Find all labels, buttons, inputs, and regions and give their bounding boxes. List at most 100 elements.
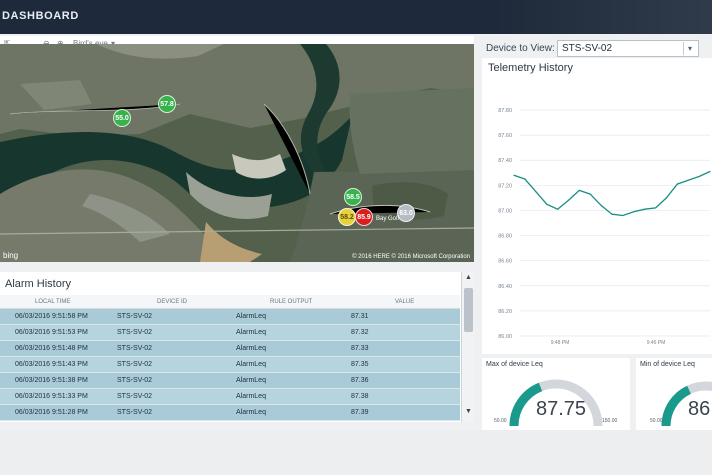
cell-time: 06/03/2016 9:51:48 PM xyxy=(15,345,88,352)
table-row[interactable]: 06/03/2016 9:51:48 PM STS-SV-02 AlarmLeq… xyxy=(0,341,460,357)
data-point xyxy=(709,170,711,173)
y-tick-label: 86.40 xyxy=(498,284,512,290)
data-point xyxy=(524,178,526,180)
y-tick-label: 87.00 xyxy=(498,208,512,214)
data-point xyxy=(546,203,548,205)
top-bar: DASHBOARD xyxy=(0,0,712,34)
x-tick-label: 9:46 PM xyxy=(647,340,666,346)
aerial-map[interactable]: 55.0 57.8 58.5 58.2 85.9 63.0 Bay Golf b… xyxy=(0,44,474,262)
chevron-down-icon[interactable]: ▾ xyxy=(683,42,696,55)
data-point xyxy=(644,208,646,210)
data-point xyxy=(676,183,678,185)
device-label: Device to View: xyxy=(486,43,555,54)
data-point xyxy=(633,211,635,213)
cell-time: 06/03/2016 9:51:58 PM xyxy=(15,313,88,320)
gauge-max-leq: Max of device Leq 87.75 50.00 150.00 xyxy=(482,358,630,430)
cell-device: STS-SV-02 xyxy=(117,345,153,352)
cell-value: 87.31 xyxy=(351,313,369,320)
map-place-label: Bay Golf xyxy=(376,216,400,222)
gauge-value: 87.75 xyxy=(536,398,587,420)
bing-logo: bing xyxy=(3,251,19,260)
page-bottom-area xyxy=(0,430,712,475)
cell-rule: AlarmLeq xyxy=(236,361,266,368)
data-point xyxy=(654,207,657,209)
dashboard-screen: { "app": { "title": "DASHBOARD" }, "map"… xyxy=(0,0,712,475)
cell-time: 06/03/2016 9:51:53 PM xyxy=(15,329,88,336)
cell-device: STS-SV-02 xyxy=(117,393,153,400)
table-row[interactable]: 06/03/2016 9:51:28 PM STS-SV-02 AlarmLeq… xyxy=(0,405,460,421)
alarm-title: Alarm History xyxy=(5,278,72,290)
gauge-value: 86.0 xyxy=(688,398,712,420)
cell-rule: AlarmLeq xyxy=(236,409,266,416)
cell-rule: AlarmLeq xyxy=(236,313,266,320)
map-marker[interactable]: 58.5 xyxy=(344,188,362,206)
table-row[interactable]: 06/03/2016 9:51:58 PM STS-SV-02 AlarmLeq… xyxy=(0,309,460,325)
table-row[interactable]: 06/03/2016 9:51:33 PM STS-SV-02 AlarmLeq… xyxy=(0,389,460,405)
data-point xyxy=(567,199,570,201)
x-tick-label: 9:48 PM xyxy=(551,340,570,346)
scroll-up-icon[interactable]: ▲ xyxy=(462,274,475,281)
cell-device: STS-SV-02 xyxy=(117,329,153,336)
table-row[interactable]: 06/03/2016 9:51:43 PM STS-SV-02 AlarmLeq… xyxy=(0,357,460,373)
scrollbar-thumb[interactable] xyxy=(464,288,473,332)
data-point xyxy=(600,204,602,207)
cell-rule: AlarmLeq xyxy=(236,377,266,384)
cell-time: 06/03/2016 9:51:43 PM xyxy=(15,361,88,368)
y-tick-label: 86.00 xyxy=(498,334,512,340)
column-header[interactable]: RULE OUTPUT xyxy=(270,299,312,305)
cell-device: STS-SV-02 xyxy=(117,313,153,320)
map-marker[interactable]: 63.0 xyxy=(397,204,415,222)
y-tick-label: 87.60 xyxy=(498,133,512,139)
column-header[interactable]: LOCAL TIME xyxy=(35,299,70,305)
device-selected-value: STS-SV-02 xyxy=(562,43,613,54)
data-point xyxy=(535,191,537,193)
data-point xyxy=(622,214,624,217)
map-marker[interactable]: 57.8 xyxy=(158,95,176,113)
cell-time: 06/03/2016 9:51:33 PM xyxy=(15,393,88,400)
telemetry-panel: Telemetry History 87.80 87.60 87.40 87.20 87… xyxy=(482,58,712,354)
cell-rule: AlarmLeq xyxy=(236,393,266,400)
table-row[interactable]: 06/03/2016 9:51:38 PM STS-SV-02 AlarmLeq… xyxy=(0,373,460,389)
map-copyright: © 2016 HERE © 2016 Microsoft Corporation xyxy=(352,254,470,260)
gauge-min-leq: Min of device Leq 86.0 50.00 xyxy=(636,358,712,430)
cell-rule: AlarmLeq xyxy=(236,329,266,336)
series-line xyxy=(513,170,711,217)
gauge-max: 150.00 xyxy=(602,418,618,424)
column-header[interactable]: VALUE xyxy=(395,299,414,305)
data-point xyxy=(578,189,580,191)
data-point xyxy=(698,175,700,178)
y-tick-label: 87.40 xyxy=(498,158,512,164)
data-point xyxy=(589,193,591,195)
scroll-down-icon[interactable]: ▼ xyxy=(462,408,475,415)
app-title: DASHBOARD xyxy=(2,10,79,22)
cell-device: STS-SV-02 xyxy=(117,409,153,416)
data-point xyxy=(513,174,515,176)
map-panel[interactable]: ⇱ ⊖ ⊕ Bird's eye ▾ 55.0 57.8 58.5 58.2 8… xyxy=(0,36,474,262)
y-tick-label: 86.80 xyxy=(498,234,512,240)
cell-device: STS-SV-02 xyxy=(117,377,153,384)
y-tick-label: 87.20 xyxy=(498,183,512,189)
alarm-scrollbar[interactable]: ▲ ▼ xyxy=(461,272,474,422)
table-row[interactable]: 06/03/2016 9:51:53 PM STS-SV-02 AlarmLeq… xyxy=(0,325,460,341)
cell-time: 06/03/2016 9:51:38 PM xyxy=(15,377,88,384)
map-marker[interactable]: 55.0 xyxy=(113,109,131,127)
data-point xyxy=(687,179,689,181)
cell-value: 87.35 xyxy=(351,361,369,368)
gauge-min: 50.00 xyxy=(650,418,663,424)
cell-rule: AlarmLeq xyxy=(236,345,266,352)
cell-device: STS-SV-02 xyxy=(117,361,153,368)
y-tick-label: 86.60 xyxy=(498,259,512,265)
map-marker[interactable]: 85.9 xyxy=(355,208,373,226)
map-marker[interactable]: 58.2 xyxy=(338,208,356,226)
gauge-min: 50.00 xyxy=(494,418,507,424)
device-select[interactable]: STS-SV-02 ▾ xyxy=(557,40,699,57)
column-header[interactable]: DEVICE ID xyxy=(157,299,187,305)
cell-value: 87.33 xyxy=(351,345,369,352)
alarm-table-body: 06/03/2016 9:51:58 PM STS-SV-02 AlarmLeq… xyxy=(0,309,460,422)
cell-value: 87.39 xyxy=(351,409,369,416)
data-point xyxy=(665,197,668,199)
telemetry-chart: 87.80 87.60 87.40 87.20 87.00 86.80 86.60 86.40… xyxy=(498,108,711,346)
alarm-history-panel: Alarm History LOCAL TIME DEVICE ID RULE … xyxy=(0,272,474,422)
telemetry-title: Telemetry History xyxy=(488,62,573,74)
alarm-table-header: LOCAL TIME DEVICE ID RULE OUTPUT VALUE xyxy=(0,295,460,309)
